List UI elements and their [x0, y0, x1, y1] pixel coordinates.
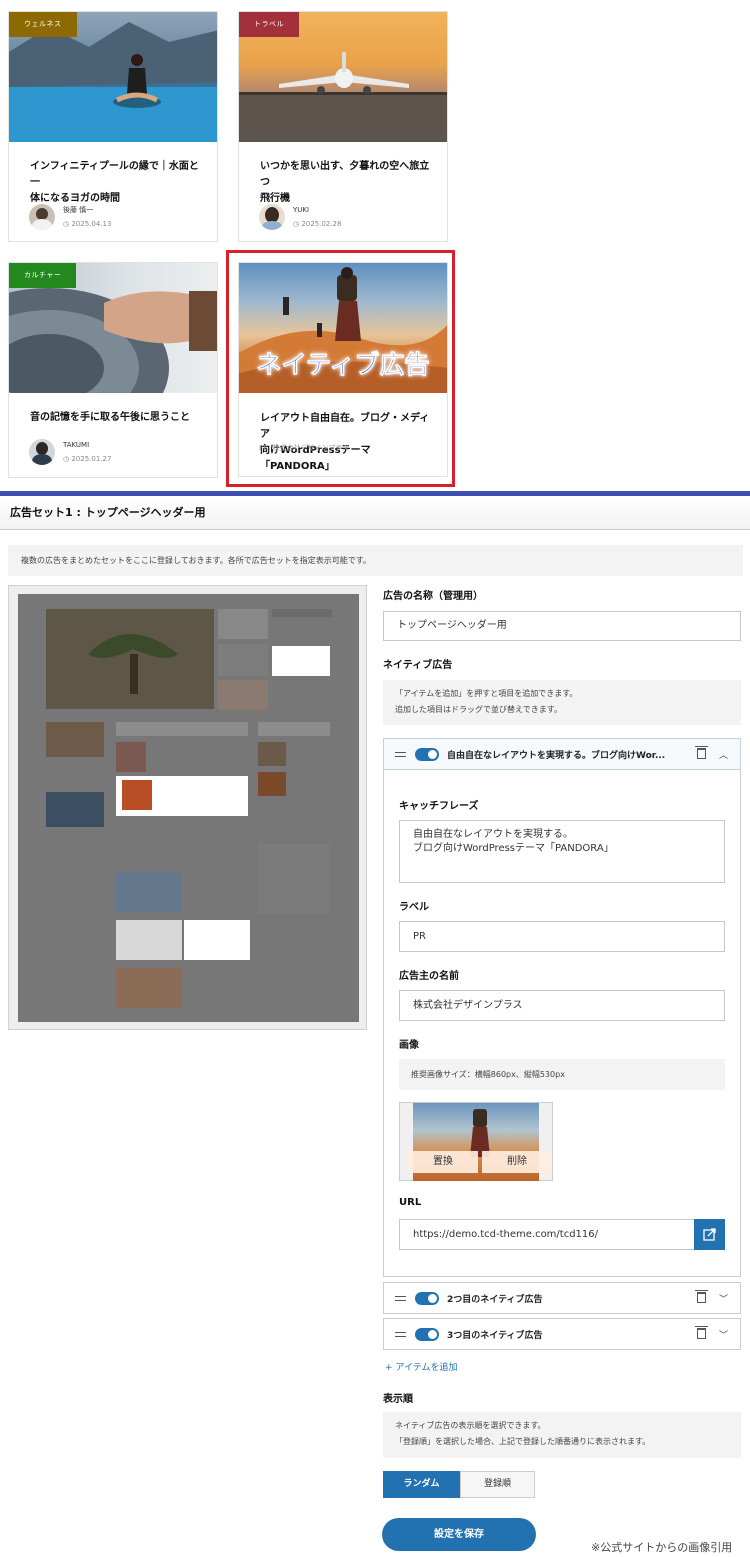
category-badge[interactable]: ウェルネス: [9, 12, 77, 37]
item-title: 自由自在なレイアウトを実現する。ブログ向けWor...: [447, 751, 666, 761]
enable-toggle[interactable]: [415, 1292, 439, 1305]
order-random-button[interactable]: ランダム: [383, 1471, 460, 1498]
article-thumbnail: ウェルネス: [9, 12, 217, 142]
native-ad-item-2[interactable]: 2つ目のネイティブ広告 ﹀: [383, 1282, 741, 1314]
url-input[interactable]: https://demo.tcd-theme.com/tcd116/: [399, 1219, 695, 1250]
author-name[interactable]: TAKUMI: [63, 438, 111, 452]
enable-toggle[interactable]: [415, 1328, 439, 1341]
advertiser-label: 広告主の名前: [399, 971, 459, 982]
post-date: ◷ 2025.02.28: [293, 220, 342, 228]
label-input[interactable]: PR: [399, 921, 725, 952]
native-ad-image: ネイティブ広告: [239, 263, 447, 393]
ad-set-header[interactable]: 広告セット1 : トップページヘッダー用: [0, 496, 750, 530]
delete-image-button[interactable]: 削除: [482, 1151, 552, 1173]
author-name[interactable]: YUKI: [293, 203, 341, 217]
drag-handle-icon[interactable]: [395, 752, 406, 757]
ad-set-description: 複数の広告をまとめたセットをここに登録しておきます。各所で広告セットを指定表示可…: [8, 545, 743, 576]
category-badge[interactable]: トラベル: [239, 12, 299, 37]
article-card[interactable]: トラベル いつかを思い出す、夕暮れの空へ旅立つ 飛行機 YUKI ◷ 2025.02…: [238, 11, 448, 242]
chevron-down-icon[interactable]: ﹀: [719, 1292, 728, 1305]
image-label: 画像: [399, 1040, 419, 1051]
layout-preview-screen: [18, 594, 359, 1022]
open-link-button[interactable]: [694, 1219, 725, 1250]
article-thumbnail: カルチャー: [9, 263, 217, 393]
author-avatar: [29, 204, 55, 230]
article-card[interactable]: カルチャー 音の記憶を手に取る午後に思うこと TAKUMI ◷ 2025.01.2…: [8, 262, 218, 478]
ad-name-input[interactable]: トップページヘッダー用: [383, 611, 741, 641]
chevron-up-icon[interactable]: ︿: [719, 748, 728, 761]
native-ad-card[interactable]: ネイティブ広告 レイアウト自由自在。ブログ・メディア 向けWordPressテーマ…: [238, 262, 448, 477]
native-ad-title[interactable]: レイアウト自由自在。ブログ・メディア 向けWordPressテーマ「PANDORA…: [239, 393, 447, 472]
display-order-note: ネイティブ広告の表示順を選択できます。 「登録順」を選択した場合、上記で登録した順…: [383, 1412, 741, 1458]
native-ad-item-3[interactable]: 3つ目のネイティブ広告 ﹀: [383, 1318, 741, 1350]
category-badge[interactable]: カルチャー: [9, 263, 77, 288]
add-item-link[interactable]: + アイテムを追加: [385, 1360, 458, 1373]
trash-icon[interactable]: [695, 1326, 708, 1339]
native-ad-note: 「アイテムを追加」を押すと項目を追加できます。 追加した項目はドラッグで並び替えで…: [383, 680, 741, 725]
author-name[interactable]: 後藤 慎一: [63, 203, 111, 217]
order-registered-button[interactable]: 登録順: [460, 1471, 535, 1498]
external-link-icon: [703, 1228, 716, 1241]
drag-handle-icon[interactable]: [395, 1332, 406, 1337]
advertiser-input[interactable]: 株式会社デザインプラス: [399, 990, 725, 1021]
catchphrase-textarea[interactable]: 自由自在なレイアウトを実現する。 ブログ向けWordPressテーマ「PANDOR…: [399, 820, 725, 883]
image-size-note: 推奨画像サイズ：横幅860px、縦幅530px: [399, 1059, 725, 1090]
drag-handle-icon[interactable]: [395, 1296, 406, 1301]
advertiser-name: 株式会社デザインプラス: [272, 444, 350, 452]
post-date: ◷ 2025.04.13: [63, 220, 112, 228]
article-title[interactable]: 音の記憶を手に取る午後に思うこと: [9, 393, 217, 435]
image-credit: ※公式サイトからの画像引用: [591, 1541, 733, 1554]
author-avatar: [29, 439, 55, 465]
article-card[interactable]: ウェルネス インフィニティプールの縁で｜水面と一 体になるヨガの時間 後藤 慎一 ◷…: [8, 11, 218, 242]
trash-icon[interactable]: [695, 1290, 708, 1303]
native-ad-overlay-text: ネイティブ広告: [256, 350, 430, 380]
ad-set-title: 広告セット1 : トップページヘッダー用: [10, 506, 206, 519]
ad-name-label: 広告の名称（管理用）: [383, 591, 483, 602]
page-layout-thumbnail: [46, 609, 332, 1008]
save-settings-button[interactable]: 設定を保存: [382, 1518, 536, 1551]
ad-label: PR: [259, 444, 269, 452]
display-order-label: 表示順: [383, 1394, 413, 1405]
replace-image-button[interactable]: 置換: [408, 1151, 478, 1173]
native-ad-label: ネイティブ広告: [383, 660, 453, 671]
image-upload-box: 置換 削除: [399, 1102, 553, 1181]
native-ad-meta: PR 株式会社デザインプラス: [239, 443, 447, 453]
catchphrase-label: キャッチフレーズ: [399, 801, 479, 812]
article-title[interactable]: インフィニティプールの縁で｜水面と一 体になるヨガの時間: [9, 142, 217, 204]
trash-icon[interactable]: [695, 746, 708, 759]
enable-toggle[interactable]: [415, 748, 439, 761]
item-title: 2つ目のネイティブ広告: [447, 1295, 543, 1305]
label-field-label: ラベル: [399, 902, 429, 913]
chevron-down-icon[interactable]: ﹀: [719, 1328, 728, 1341]
article-title[interactable]: いつかを思い出す、夕暮れの空へ旅立つ 飛行機: [239, 142, 447, 204]
post-date: ◷ 2025.01.27: [63, 455, 112, 463]
layout-preview: [8, 585, 367, 1030]
item-title: 3つ目のネイティブ広告: [447, 1331, 543, 1341]
author-avatar: [259, 204, 285, 230]
url-label: URL: [399, 1197, 422, 1208]
article-thumbnail: トラベル: [239, 12, 447, 142]
native-ad-item-1[interactable]: 自由自在なレイアウトを実現する。ブログ向けWor... ︿: [383, 738, 741, 770]
